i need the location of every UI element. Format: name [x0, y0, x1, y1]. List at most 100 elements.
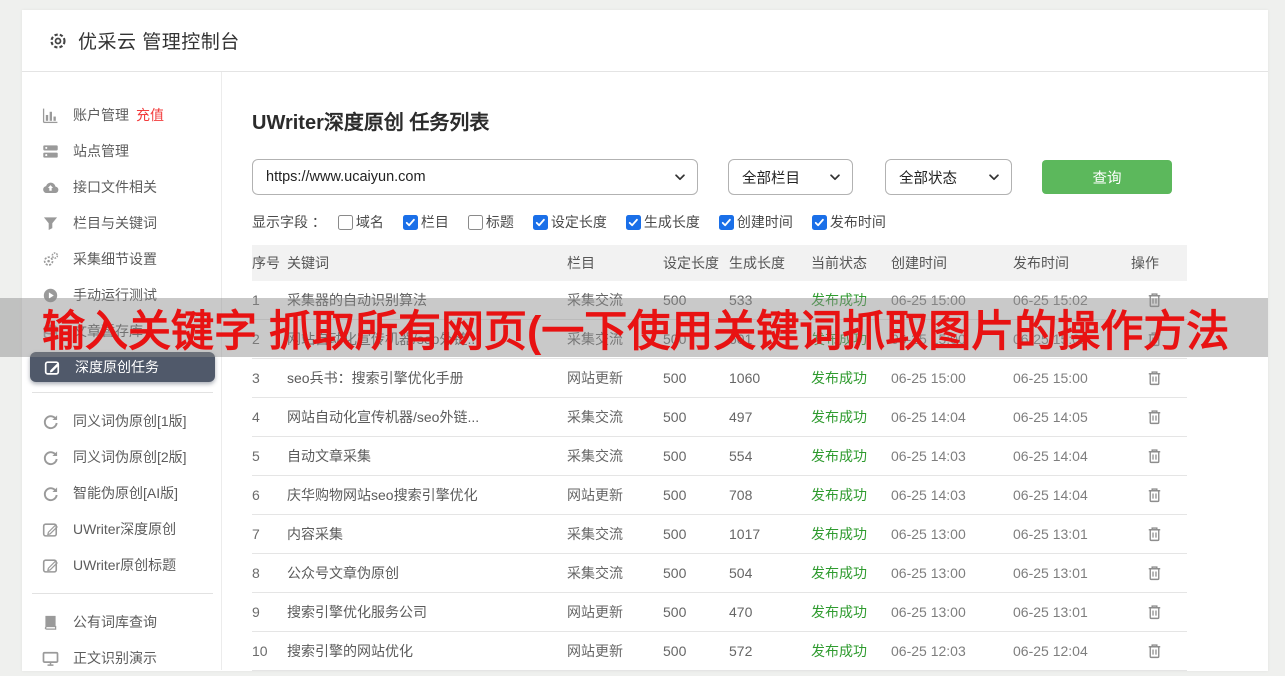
monitor-icon: [42, 650, 59, 667]
sidebar-item-refresh[interactable]: 同义词伪原创[2版]: [22, 439, 221, 475]
play-icon: [42, 287, 59, 304]
table-row: 6 庆华购物网站seo搜索引擎优化 网站更新 500 708 发布成功 06-25 14:0…: [252, 476, 1187, 515]
delete-task-button[interactable]: [1146, 330, 1163, 348]
delete-task-button[interactable]: [1146, 603, 1163, 621]
cell-status: 发布成功: [811, 292, 867, 308]
column-select-value: 全部栏目: [742, 170, 800, 187]
cell-keyword: 网站自动化宣传机器/seo外链...: [287, 331, 480, 347]
sidebar-item-cloud-upload[interactable]: 接口文件相关: [22, 169, 221, 205]
field-checkbox-域名[interactable]: 域名: [337, 212, 384, 232]
column-header: 序号: [252, 255, 280, 271]
delete-task-button[interactable]: [1146, 369, 1163, 387]
sidebar-item-play[interactable]: 手动运行测试: [22, 277, 221, 313]
query-button[interactable]: 查询: [1042, 160, 1172, 194]
checkbox-unchecked-icon[interactable]: [337, 214, 353, 230]
database-icon: [42, 323, 59, 340]
sidebar-item-book[interactable]: 公有词库查询: [22, 604, 221, 640]
delete-task-button[interactable]: [1146, 408, 1163, 426]
trash-icon: [1146, 291, 1163, 309]
sidebar-item-refresh[interactable]: 同义词伪原创[1版]: [22, 403, 221, 439]
app-title: 优采云 管理控制台: [78, 32, 240, 53]
sidebar-item-server[interactable]: 站点管理: [22, 133, 221, 169]
cell-column: 网站更新: [567, 643, 623, 659]
cell-status: 发布成功: [811, 448, 867, 464]
cell-created: 06-25 15:00: [891, 370, 966, 386]
sidebar-item-edit-square-active[interactable]: 深度原创任务: [30, 352, 215, 382]
refresh-icon: [42, 449, 59, 466]
cell-published: 06-25 15:01: [1013, 331, 1088, 347]
table-header-row: 序号 关键词 栏目 设定长度 生成长度 当前状态 创建时间 发布时间 操作: [252, 245, 1187, 281]
filter-bar: https://www.ucaiyun.com 全部栏目 全部状态 查询: [252, 159, 1268, 195]
sidebar-item-edit[interactable]: UWriter原创标题: [22, 547, 221, 583]
sidebar-item-chart[interactable]: 账户管理 充值: [22, 97, 221, 133]
column-select[interactable]: 全部栏目: [728, 159, 853, 195]
status-select[interactable]: 全部状态: [885, 159, 1012, 195]
cell-column: 采集交流: [567, 331, 623, 347]
task-table: 序号 关键词 栏目 设定长度 生成长度 当前状态 创建时间 发布时间 操作 1 采集器的自动识别算…: [252, 245, 1187, 671]
cell-keyword: 自动文章采集: [287, 448, 371, 464]
cell-column: 网站更新: [567, 487, 623, 503]
cell-no: 6: [252, 487, 260, 503]
table-row: 7 内容采集 采集交流 500 1017 发布成功 06-25 13:00 06-25 13:…: [252, 515, 1187, 554]
cell-status: 发布成功: [811, 604, 867, 620]
sidebar-item-funnel[interactable]: 栏目与关键词: [22, 205, 221, 241]
cell-published: 06-25 14:05: [1013, 409, 1088, 425]
sidebar-item-gears[interactable]: 采集细节设置: [22, 241, 221, 277]
recharge-link[interactable]: 充值: [136, 105, 164, 125]
checkbox-checked-icon[interactable]: [532, 214, 548, 230]
cell-set_len: 500: [663, 448, 687, 464]
field-checkbox-生成长度[interactable]: 生成长度: [625, 212, 700, 232]
sidebar-item-label: UWriter深度原创: [73, 521, 177, 537]
delete-task-button[interactable]: [1146, 642, 1163, 660]
cell-actions: [1131, 408, 1177, 426]
site-select[interactable]: https://www.ucaiyun.com: [252, 159, 698, 195]
checkbox-checked-icon[interactable]: [625, 214, 641, 230]
field-checkbox-栏目[interactable]: 栏目: [402, 212, 449, 232]
field-checkbox-发布时间[interactable]: 发布时间: [811, 212, 886, 232]
cell-column: 采集交流: [567, 292, 623, 308]
trash-icon: [1146, 525, 1163, 543]
delete-task-button[interactable]: [1146, 447, 1163, 465]
cloud-upload-icon: [42, 179, 59, 196]
delete-task-button[interactable]: [1146, 486, 1163, 504]
delete-task-button[interactable]: [1146, 525, 1163, 543]
cell-gen_len: 497: [729, 409, 753, 425]
trash-icon: [1146, 603, 1163, 621]
app-header: 优采云 管理控制台: [22, 10, 1268, 72]
cell-published: 06-25 13:01: [1013, 565, 1088, 581]
sidebar-item-database[interactable]: 文章暂存库: [22, 313, 221, 349]
checkbox-checked-icon[interactable]: [402, 214, 418, 230]
cell-status: 发布成功: [811, 643, 867, 659]
sidebar-item-label: 深度原创任务: [75, 359, 159, 375]
app-window: 优采云 管理控制台 账户管理 充值 站点管理 接口文件相关栏目与关键词采集细节设置手动…: [22, 10, 1268, 671]
column-header: 操作: [1131, 255, 1159, 271]
cell-gen_len: 1017: [729, 526, 761, 542]
cell-status: 发布成功: [811, 487, 867, 503]
table-row: 10 搜索引擎的网站优化 网站更新 500 572 发布成功 06-25 12:03 06-2…: [252, 632, 1187, 671]
sidebar-item-label: 栏目与关键词: [73, 215, 157, 231]
cell-published: 06-25 13:01: [1013, 526, 1088, 542]
sidebar-item-edit[interactable]: UWriter深度原创: [22, 511, 221, 547]
field-checkbox-label: 栏目: [420, 214, 449, 230]
cell-published: 06-25 15:00: [1013, 370, 1088, 386]
sidebar-divider: [32, 392, 213, 393]
cell-keyword: 搜索引擎的网站优化: [287, 643, 413, 659]
display-fields-bar: 显示字段 ： 域名 栏目 标题 设定长度 生成长度 创建时间 发布时间: [252, 212, 1268, 232]
checkbox-checked-icon[interactable]: [718, 214, 734, 230]
sidebar-item-label: UWriter原创标题: [73, 557, 177, 573]
sidebar-item-label: 手动运行测试: [73, 287, 157, 303]
field-checkbox-设定长度[interactable]: 设定长度: [532, 212, 607, 232]
delete-task-button[interactable]: [1146, 564, 1163, 582]
sidebar-item-refresh[interactable]: 智能伪原创[AI版]: [22, 475, 221, 511]
delete-task-button[interactable]: [1146, 291, 1163, 309]
table-row: 5 自动文章采集 采集交流 500 554 发布成功 06-25 14:03 06-25 14…: [252, 437, 1187, 476]
field-checkbox-创建时间[interactable]: 创建时间: [718, 212, 793, 232]
chevron-down-icon: [987, 170, 1001, 184]
sidebar-item-label: 同义词伪原创[1版]: [73, 413, 187, 429]
checkbox-checked-icon[interactable]: [811, 214, 827, 230]
checkbox-unchecked-icon[interactable]: [467, 214, 483, 230]
cell-created: 06-25 14:03: [891, 487, 966, 503]
field-checkbox-标题[interactable]: 标题: [467, 212, 514, 232]
trash-icon: [1146, 564, 1163, 582]
column-header: 发布时间: [1013, 255, 1069, 271]
